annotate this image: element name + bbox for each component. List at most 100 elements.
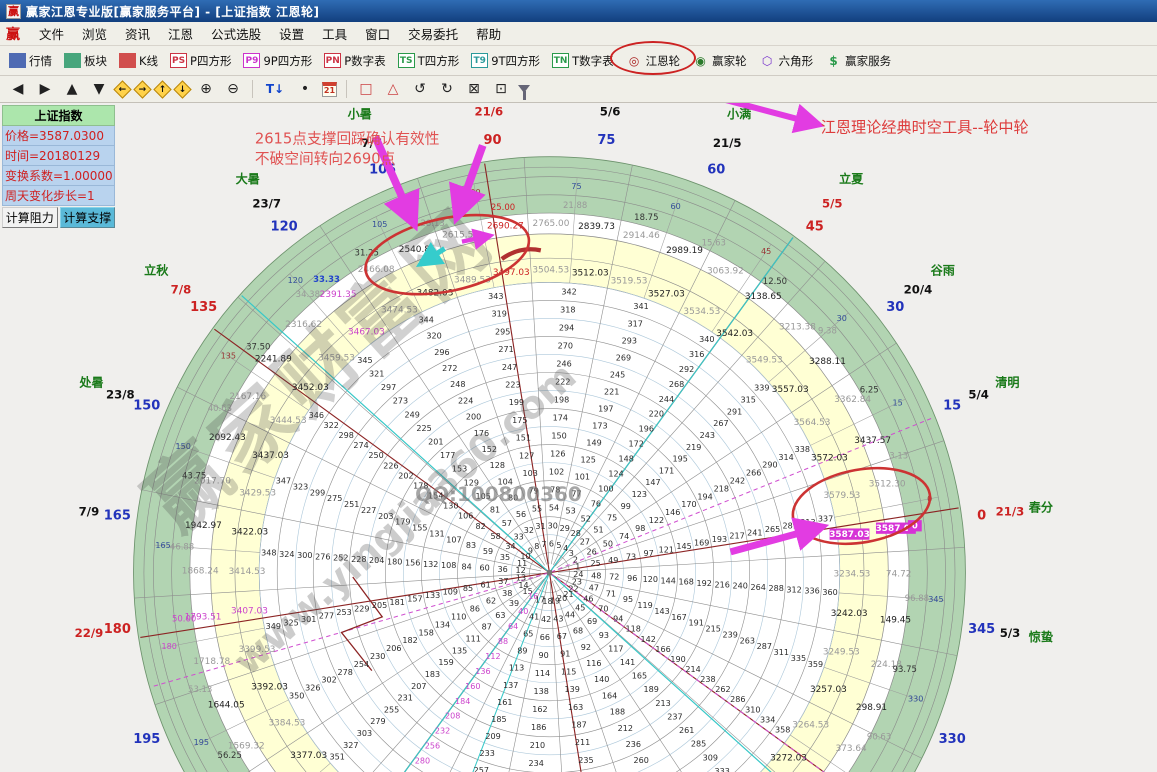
back-icon[interactable]: ◀ xyxy=(8,81,28,97)
calc-resistance-button[interactable]: 计算阻力 xyxy=(2,207,58,228)
triangle-tool-icon[interactable]: △ xyxy=(383,81,403,97)
svg-text:3519.53: 3519.53 xyxy=(611,276,648,286)
svg-text:257: 257 xyxy=(474,766,489,772)
svg-text:21.88: 21.88 xyxy=(563,201,587,211)
toolbar-button-blocks[interactable]: 板块 xyxy=(59,50,112,72)
svg-text:260: 260 xyxy=(633,756,648,765)
toolbar-button-ts[interactable]: TST四方形 xyxy=(393,50,465,72)
diamond-up-icon[interactable]: ↑ xyxy=(153,80,171,98)
calc-support-button[interactable]: 计算支撑 xyxy=(60,207,116,228)
center-icon[interactable]: ⊡ xyxy=(491,81,511,97)
svg-text:302: 302 xyxy=(321,676,336,685)
svg-text:24: 24 xyxy=(573,570,583,579)
svg-text:7/9: 7/9 xyxy=(79,505,100,519)
svg-text:139: 139 xyxy=(565,685,580,694)
menu-item-6[interactable]: 工具 xyxy=(313,21,356,46)
toolbar-label: 赢家服务 xyxy=(845,53,891,69)
funnel-icon[interactable] xyxy=(518,85,530,93)
gann-wheel-canvas[interactable]: 1234567891011121314151617181920212223242… xyxy=(0,103,1157,772)
toolbar-button-tn[interactable]: TNT数字表 xyxy=(547,50,619,72)
toolbar-button-candlestick[interactable]: K线 xyxy=(114,50,163,72)
svg-text:342: 342 xyxy=(561,288,576,297)
svg-text:清明: 清明 xyxy=(995,374,1019,389)
svg-text:243: 243 xyxy=(700,431,715,440)
menu-item-9[interactable]: 帮助 xyxy=(467,21,510,46)
diamond-down-icon[interactable]: ↓ xyxy=(173,80,191,98)
svg-text:163: 163 xyxy=(568,703,583,712)
toolbar-button-hexagon[interactable]: ⬡六角形 xyxy=(754,50,819,72)
svg-text:207: 207 xyxy=(411,682,426,691)
toolbar-button-dollar[interactable]: $赢家服务 xyxy=(820,50,896,72)
svg-text:197: 197 xyxy=(598,404,613,413)
svg-text:180: 180 xyxy=(162,642,177,651)
svg-text:347: 347 xyxy=(276,477,291,486)
toolbar-button-ps[interactable]: PSP四方形 xyxy=(165,50,236,72)
toolbar-button-pn[interactable]: PNP数字表 xyxy=(319,50,390,72)
svg-text:3512.03: 3512.03 xyxy=(572,269,609,279)
zoom-in-icon[interactable]: ⊕ xyxy=(196,81,216,97)
svg-text:150: 150 xyxy=(551,431,566,440)
toolbar-label: K线 xyxy=(139,53,158,69)
svg-text:36: 36 xyxy=(497,565,507,574)
up-triangle-icon[interactable]: ▲ xyxy=(62,81,82,97)
svg-text:3362.84: 3362.84 xyxy=(834,395,871,405)
svg-text:120: 120 xyxy=(271,219,298,234)
svg-text:103: 103 xyxy=(523,469,538,478)
toolbar-button-t9[interactable]: T99T四方形 xyxy=(466,50,545,72)
menu-item-2[interactable]: 资讯 xyxy=(116,21,159,46)
svg-text:285: 285 xyxy=(691,740,706,749)
down-triangle-icon[interactable]: ▼ xyxy=(89,81,109,97)
menu-item-7[interactable]: 窗口 xyxy=(356,21,399,46)
toolbar-button-gann-wheel[interactable]: ◎江恩轮 xyxy=(621,50,686,72)
rotate-ccw-icon[interactable]: ↺ xyxy=(410,81,430,97)
svg-text:351: 351 xyxy=(329,753,344,762)
svg-text:38: 38 xyxy=(502,589,512,598)
diamond-right-icon[interactable]: → xyxy=(133,80,151,98)
toolbar-button-grid[interactable]: 行情 xyxy=(4,50,57,72)
svg-text:136: 136 xyxy=(475,667,490,676)
svg-text:315: 315 xyxy=(740,395,755,404)
svg-text:205: 205 xyxy=(372,601,387,610)
svg-text:58: 58 xyxy=(490,532,500,541)
svg-text:324: 324 xyxy=(279,550,294,559)
toolbar-button-p9[interactable]: P99P四方形 xyxy=(238,50,317,72)
svg-text:51: 51 xyxy=(593,526,603,535)
svg-text:大暑: 大暑 xyxy=(236,171,260,186)
svg-text:45: 45 xyxy=(575,604,585,613)
svg-text:144: 144 xyxy=(661,576,676,585)
panel-value-row-0: 价格=3587.0300 xyxy=(2,126,115,146)
svg-text:41: 41 xyxy=(529,613,539,622)
svg-text:248: 248 xyxy=(450,380,465,389)
diamond-left-icon[interactable]: ← xyxy=(113,80,131,98)
svg-text:37.50: 37.50 xyxy=(246,343,270,353)
menu-item-5[interactable]: 设置 xyxy=(270,21,313,46)
svg-text:160: 160 xyxy=(465,682,480,691)
chart-area[interactable]: 1234567891011121314151617181920212223242… xyxy=(0,103,1157,772)
svg-text:61: 61 xyxy=(481,581,491,590)
menu-item-8[interactable]: 交易委托 xyxy=(399,21,467,46)
toolbar-button-winner-wheel[interactable]: ◉赢家轮 xyxy=(687,50,752,72)
svg-text:99: 99 xyxy=(621,502,631,511)
menu-item-1[interactable]: 浏览 xyxy=(73,21,116,46)
blocks-icon xyxy=(64,53,81,68)
rotate-cw-icon[interactable]: ↻ xyxy=(437,81,457,97)
svg-text:42: 42 xyxy=(541,615,551,624)
menu-item-0[interactable]: 文件 xyxy=(30,21,73,46)
svg-text:126: 126 xyxy=(550,449,565,458)
svg-text:102: 102 xyxy=(549,467,564,476)
box-x-icon[interactable]: ⊠ xyxy=(464,81,484,97)
menu-item-4[interactable]: 公式选股 xyxy=(202,21,270,46)
zoom-out-icon[interactable]: ⊖ xyxy=(223,81,243,97)
tdown-icon[interactable]: T↓ xyxy=(262,82,288,96)
calendar-icon[interactable]: 21 xyxy=(322,82,337,97)
menu-item-3[interactable]: 江恩 xyxy=(159,21,202,46)
svg-text:109: 109 xyxy=(443,587,458,596)
forward-icon[interactable]: ▶ xyxy=(35,81,55,97)
square-tool-icon[interactable]: □ xyxy=(356,81,376,97)
svg-text:238: 238 xyxy=(700,675,715,684)
svg-text:271: 271 xyxy=(498,345,513,354)
svg-text:74: 74 xyxy=(619,532,629,541)
cls-button[interactable]: • xyxy=(295,81,315,97)
svg-text:116: 116 xyxy=(586,659,601,668)
svg-text:56: 56 xyxy=(516,510,526,519)
